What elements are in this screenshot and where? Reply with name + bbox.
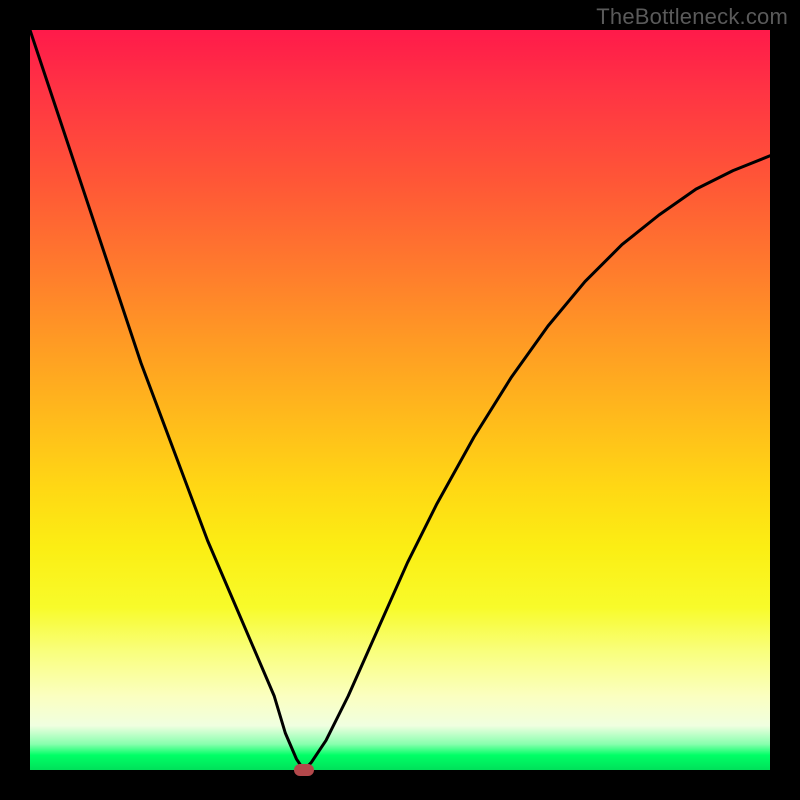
curve-svg [30,30,770,770]
watermark-text: TheBottleneck.com [596,4,788,30]
bottleneck-curve [30,30,770,770]
plot-area [30,30,770,770]
chart-container: TheBottleneck.com [0,0,800,800]
optimal-point-marker [294,764,314,776]
